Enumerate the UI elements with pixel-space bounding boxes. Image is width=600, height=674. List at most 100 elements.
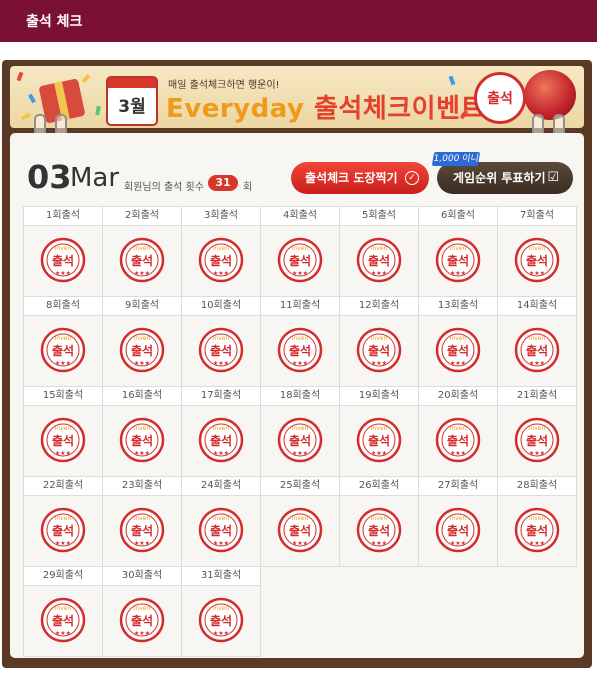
day-cell: inven 출석 ★★★ bbox=[102, 405, 182, 477]
stamp-brand-text: inven bbox=[450, 245, 467, 252]
day-header: 7회출석 bbox=[497, 206, 577, 226]
stamp-label-text: 출석 bbox=[52, 523, 74, 538]
page-title: 출석 체크 bbox=[26, 14, 83, 30]
day-cell: inven 출석 ★★★ bbox=[418, 225, 498, 297]
stamp-brand-text: inven bbox=[292, 245, 309, 252]
day-header: 17회출석 bbox=[181, 386, 261, 406]
attendance-stamp-icon: inven출석 ★★★ bbox=[198, 327, 244, 373]
stamp-label-text: 출석 bbox=[447, 253, 469, 268]
stamp-brand-text: inven bbox=[134, 515, 151, 522]
attendance-stamp-icon: inven출석 ★★★ bbox=[435, 417, 481, 463]
stamp-brand-text: inven bbox=[55, 605, 72, 612]
vote-game-ranking-button[interactable]: 게임순위 투표하기 ☑ bbox=[437, 162, 573, 194]
attendance-count-badge: 31 bbox=[208, 175, 238, 191]
stamp-attendance-button[interactable]: 출석체크 도장찍기 ✓ bbox=[291, 162, 429, 194]
day-cell: inven 출석 ★★★ bbox=[497, 315, 577, 387]
svg-text:★★★: ★★★ bbox=[450, 540, 466, 547]
stamp-brand-text: inven bbox=[55, 425, 72, 432]
stamp-label-text: 출석 bbox=[289, 253, 311, 268]
stamp-label-text: 출석 bbox=[289, 343, 311, 358]
svg-text:★★★: ★★★ bbox=[529, 360, 545, 367]
attendance-stamp-icon: inven출석 ★★★ bbox=[40, 327, 86, 373]
empty-cell bbox=[498, 586, 577, 657]
svg-text:★★★: ★★★ bbox=[529, 540, 545, 547]
day-header: 30회출석 bbox=[102, 566, 182, 586]
attendance-stamp-icon: inven출석 ★★★ bbox=[198, 597, 244, 643]
empty-cell bbox=[419, 586, 498, 657]
stamp-brand-text: inven bbox=[450, 515, 467, 522]
banner-title: Everyday 출석체크이벤트 bbox=[166, 88, 485, 125]
day-cell: inven 출석 ★★★ bbox=[102, 315, 182, 387]
stamp-brand-text: inven bbox=[371, 245, 388, 252]
day-cell: inven 출석 ★★★ bbox=[339, 495, 419, 567]
day-header: 10회출석 bbox=[181, 296, 261, 316]
svg-text:★★★: ★★★ bbox=[55, 360, 71, 367]
attendance-stamp-icon: inven출석 ★★★ bbox=[435, 237, 481, 283]
calendar-icon: 3월 bbox=[106, 76, 158, 126]
attendance-stamp-icon: inven출석 ★★★ bbox=[40, 507, 86, 553]
attendance-stamp-icon: inven출석 ★★★ bbox=[514, 507, 560, 553]
svg-text:★★★: ★★★ bbox=[134, 450, 150, 457]
stamp-label-text: 출석 bbox=[289, 433, 311, 448]
stamp-label-text: 출석 bbox=[289, 523, 311, 538]
empty-cell bbox=[261, 586, 340, 657]
svg-text:★★★: ★★★ bbox=[55, 630, 71, 637]
stamp-brand-text: inven bbox=[134, 335, 151, 342]
current-day: 03 bbox=[27, 158, 72, 196]
svg-text:★★★: ★★★ bbox=[213, 270, 229, 277]
stamp-label-text: 출석 bbox=[52, 433, 74, 448]
stamp-brand-text: inven bbox=[529, 245, 546, 252]
attendance-stamp-icon: inven출석 ★★★ bbox=[40, 417, 86, 463]
day-header: 14회출석 bbox=[497, 296, 577, 316]
attendance-stamp-icon: inven출석 ★★★ bbox=[356, 417, 402, 463]
day-header: 23회출석 bbox=[102, 476, 182, 496]
day-cell: inven 출석 ★★★ bbox=[418, 315, 498, 387]
svg-text:★★★: ★★★ bbox=[450, 450, 466, 457]
banner-month: 3월 bbox=[118, 97, 146, 117]
stamp-brand-text: inven bbox=[292, 335, 309, 342]
vote-game-ranking-label: 게임순위 투표하기 bbox=[453, 171, 546, 185]
svg-text:★★★: ★★★ bbox=[529, 450, 545, 457]
attendance-stamp-icon: inven출석 ★★★ bbox=[356, 507, 402, 553]
stamp-label-text: 출석 bbox=[131, 613, 153, 628]
stamp-label-text: 출석 bbox=[210, 523, 232, 538]
day-cell: inven 출석 ★★★ bbox=[339, 405, 419, 477]
day-cell: inven 출석 ★★★ bbox=[181, 315, 261, 387]
banner-title-en: Everyday bbox=[166, 94, 305, 124]
attendance-stamp-icon: inven출석 ★★★ bbox=[435, 327, 481, 373]
stamp-brand-text: inven bbox=[55, 515, 72, 522]
stamp-brand-text: inven bbox=[134, 605, 151, 612]
stamp-label-text: 출석 bbox=[131, 253, 153, 268]
day-cell: inven 출석 ★★★ bbox=[181, 225, 261, 297]
svg-text:★★★: ★★★ bbox=[292, 450, 308, 457]
day-cell: inven 출석 ★★★ bbox=[339, 315, 419, 387]
attendance-stamp-icon: inven출석 ★★★ bbox=[40, 597, 86, 643]
stamp-brand-text: inven bbox=[213, 335, 230, 342]
day-cell: inven 출석 ★★★ bbox=[418, 405, 498, 477]
stamp-label-text: 출석 bbox=[131, 343, 153, 358]
stamp-label-text: 출석 bbox=[368, 253, 390, 268]
stamp-brand-text: inven bbox=[529, 515, 546, 522]
stamp-brand-text: inven bbox=[371, 515, 388, 522]
stamp-brand-text: inven bbox=[134, 425, 151, 432]
stamp-brand-text: inven bbox=[134, 245, 151, 252]
svg-text:★★★: ★★★ bbox=[450, 360, 466, 367]
day-cell: inven 출석 ★★★ bbox=[102, 225, 182, 297]
day-cell: inven 출석 ★★★ bbox=[23, 225, 103, 297]
attendance-stamp-icon: inven출석 ★★★ bbox=[356, 237, 402, 283]
day-cell: inven 출석 ★★★ bbox=[23, 315, 103, 387]
day-cell: inven 출석 ★★★ bbox=[181, 405, 261, 477]
stamp-brand-text: inven bbox=[371, 335, 388, 342]
stamp-brand-text: inven bbox=[213, 515, 230, 522]
attendance-stamp-icon: inven출석 ★★★ bbox=[514, 417, 560, 463]
stamp-brand-text: inven bbox=[292, 515, 309, 522]
empty-cell bbox=[419, 567, 498, 586]
empty-cell bbox=[498, 567, 577, 586]
day-header: 15회출석 bbox=[23, 386, 103, 406]
day-header: 4회출석 bbox=[260, 206, 340, 226]
banner-seal-text: 출석 bbox=[487, 91, 513, 107]
stamp-label-text: 출석 bbox=[447, 343, 469, 358]
stamp-brand-text: inven bbox=[450, 335, 467, 342]
day-cell: inven 출석 ★★★ bbox=[23, 405, 103, 477]
day-header: 25회출석 bbox=[260, 476, 340, 496]
